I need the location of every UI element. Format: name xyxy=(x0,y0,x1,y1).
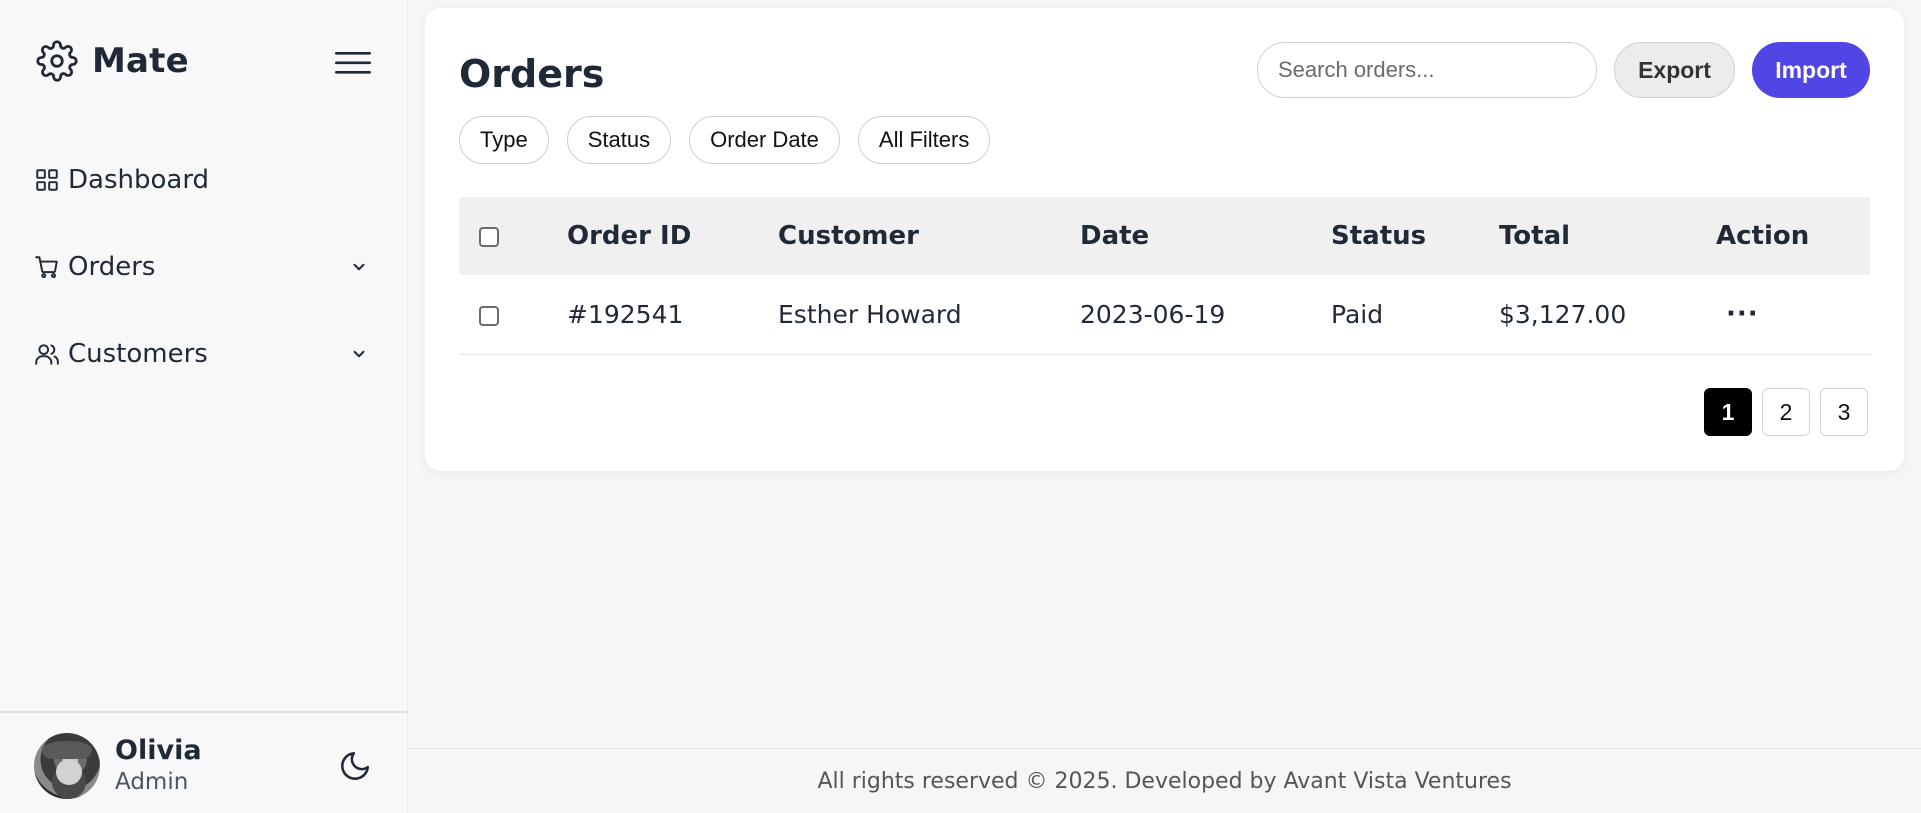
user-name: Olivia xyxy=(115,735,202,766)
filter-type[interactable]: Type xyxy=(459,116,549,164)
footer-text: All rights reserved © 2025. Developed by… xyxy=(817,768,1512,794)
header-order-id[interactable]: Order ID xyxy=(567,197,778,275)
header-date[interactable]: Date xyxy=(1080,197,1331,275)
sidebar-item-label: Customers xyxy=(68,338,208,369)
filter-status[interactable]: Status xyxy=(566,116,672,164)
cell-total: $3,127.00 xyxy=(1499,299,1627,329)
cell-date: 2023-06-19 xyxy=(1080,299,1226,329)
row-select-cell xyxy=(459,275,567,354)
cell-order-id: #192541 xyxy=(567,299,684,329)
header-status[interactable]: Status xyxy=(1331,197,1499,275)
filter-bar: Type Status Order Date All Filters xyxy=(459,116,991,164)
cart-icon xyxy=(35,255,58,278)
status-badge: Paid xyxy=(1331,299,1384,329)
sidebar-item-orders[interactable]: Orders xyxy=(0,223,408,310)
header-total[interactable]: Total xyxy=(1499,197,1716,275)
avatar[interactable] xyxy=(34,733,100,799)
more-actions-icon[interactable]: ··· xyxy=(1716,299,1759,329)
filter-all-filters[interactable]: All Filters xyxy=(857,116,991,164)
page-button-3[interactable]: 3 xyxy=(1820,388,1868,436)
select-all-checkbox[interactable] xyxy=(479,226,499,247)
brand-name: Mate xyxy=(92,41,189,81)
filter-order-date[interactable]: Order Date xyxy=(689,116,840,164)
menu-toggle-button[interactable] xyxy=(334,46,372,80)
select-all-cell xyxy=(459,197,567,275)
page-title: Orders xyxy=(459,52,605,96)
import-button[interactable]: Import xyxy=(1752,42,1870,98)
search-input[interactable] xyxy=(1257,42,1597,98)
chevron-down-icon[interactable] xyxy=(350,258,368,276)
sidebar-item-customers[interactable]: Customers xyxy=(0,310,408,397)
users-icon xyxy=(35,343,59,365)
page-button-1[interactable]: 1 xyxy=(1704,388,1752,436)
sidebar: Mate Dashboard Orders Customers Olivia A… xyxy=(0,0,408,813)
hamburger-icon xyxy=(335,52,371,74)
row-checkbox[interactable] xyxy=(479,305,499,326)
orders-table: Order ID Customer Date Status Total Acti… xyxy=(459,197,1870,355)
theme-toggle-button[interactable] xyxy=(338,749,372,783)
pagination: 1 2 3 xyxy=(1704,388,1868,436)
brand[interactable]: Mate xyxy=(36,40,189,82)
footer: All rights reserved © 2025. Developed by… xyxy=(408,748,1921,813)
cell-action: ··· xyxy=(1716,275,1870,354)
cell-customer: Esther Howard xyxy=(778,299,962,329)
orders-card: Orders Export Import Type Status Order D… xyxy=(425,8,1904,471)
gear-icon xyxy=(36,40,78,82)
header-action: Action xyxy=(1716,221,1810,251)
sidebar-nav: Dashboard Orders Customers xyxy=(0,136,408,397)
sidebar-item-dashboard[interactable]: Dashboard xyxy=(0,136,408,223)
header-customer[interactable]: Customer xyxy=(778,197,1080,275)
grid-icon xyxy=(36,168,58,191)
sidebar-item-label: Orders xyxy=(68,251,156,282)
moon-icon xyxy=(341,751,370,780)
export-button[interactable]: Export xyxy=(1614,42,1735,98)
user-panel: Olivia Admin xyxy=(0,711,408,813)
user-role: Admin xyxy=(115,769,189,795)
sidebar-item-label: Dashboard xyxy=(68,164,210,195)
table-header-row: Order ID Customer Date Status Total Acti… xyxy=(459,197,1870,275)
chevron-down-icon[interactable] xyxy=(350,345,368,363)
table-row[interactable]: #192541 Esther Howard 2023-06-19 Paid $3… xyxy=(459,275,1870,354)
page-button-2[interactable]: 2 xyxy=(1762,388,1810,436)
